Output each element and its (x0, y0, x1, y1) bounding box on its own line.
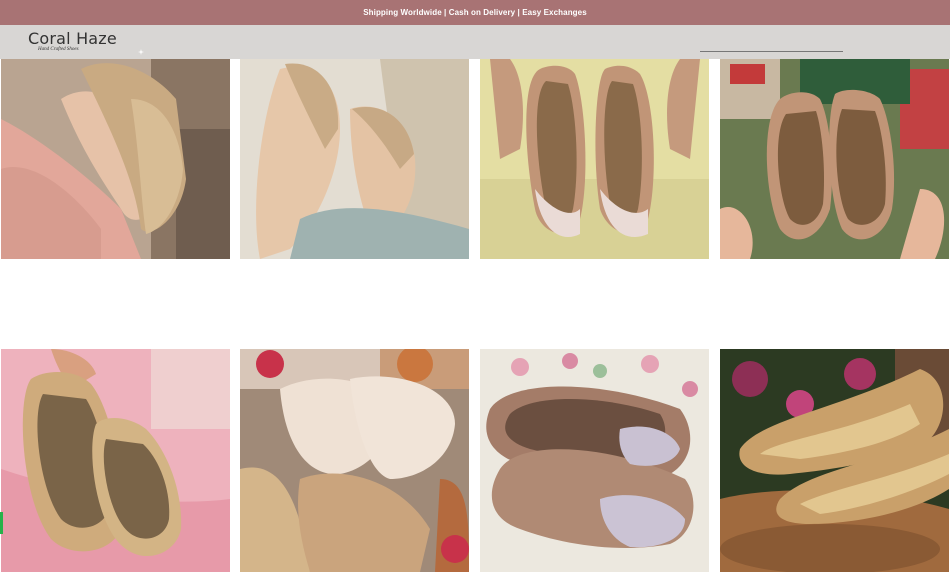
announcement-bar: Shipping Worldwide | Cash on Delivery | … (0, 0, 950, 25)
chat-widget-tab[interactable] (0, 512, 3, 534)
site-header: Coral Haze Hand Crafted Shoes (0, 25, 950, 59)
product-image-1[interactable] (1, 59, 230, 259)
product-image-4[interactable] (720, 59, 949, 259)
brand-logo[interactable]: Coral Haze Hand Crafted Shoes (28, 30, 117, 53)
search-input[interactable] (700, 43, 843, 52)
product-image-7[interactable] (480, 349, 709, 572)
product-image-2[interactable] (240, 59, 469, 259)
announcement-text: Shipping Worldwide | Cash on Delivery | … (363, 8, 587, 17)
product-image-8[interactable] (720, 349, 949, 572)
product-image-5[interactable] (1, 349, 230, 572)
sparkle-icon (138, 49, 144, 55)
product-image-3[interactable] (480, 59, 709, 259)
brand-name: Coral Haze (28, 29, 117, 48)
product-image-6[interactable] (240, 349, 469, 572)
